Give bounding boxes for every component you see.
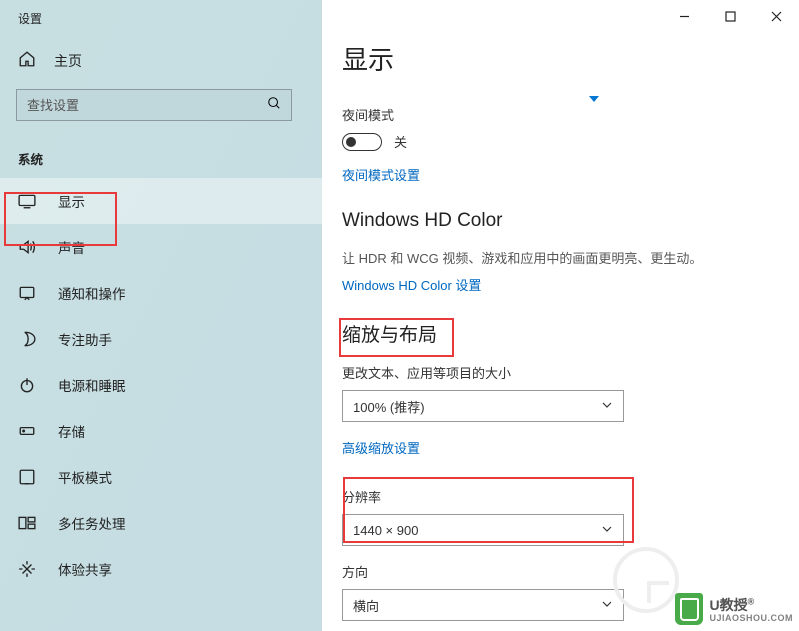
- chevron-down-icon: [601, 523, 613, 538]
- focus-icon: [18, 330, 36, 348]
- toggle-state: 关: [394, 132, 407, 151]
- notification-icon: [18, 284, 36, 302]
- window-title: 设置: [18, 10, 42, 27]
- resolution-value: 1440 × 900: [353, 523, 418, 538]
- night-mode-label: 夜间模式: [342, 105, 799, 124]
- scale-value: 100% (推荐): [353, 397, 425, 416]
- chevron-down-icon: [601, 598, 613, 613]
- nav-label: 存储: [58, 421, 85, 441]
- main-content: 显示 夜间模式 关 夜间模式设置 Windows HD Color 让 HDR …: [322, 0, 799, 631]
- night-mode-toggle[interactable]: [342, 133, 382, 151]
- search-icon: [267, 96, 281, 115]
- nav-label: 专注助手: [58, 329, 112, 349]
- nav-list: 显示 声音 通知和操作 专注助手 电源和睡眠 存储: [0, 178, 322, 592]
- nav-label: 声音: [58, 237, 85, 257]
- share-icon: [18, 560, 36, 578]
- storage-icon: [18, 422, 36, 440]
- nav-label: 多任务处理: [58, 513, 126, 533]
- nav-item-notifications[interactable]: 通知和操作: [0, 270, 322, 316]
- watermark-sub: UJIAOSHOU.COM: [709, 613, 793, 623]
- chevron-down-icon: [601, 399, 613, 414]
- page-title: 显示: [342, 40, 799, 77]
- home-label: 主页: [54, 51, 82, 71]
- hd-color-desc: 让 HDR 和 WCG 视频、游戏和应用中的画面更明亮、更生动。: [342, 248, 799, 267]
- hd-color-heading: Windows HD Color: [342, 210, 799, 232]
- nav-label: 电源和睡眠: [58, 375, 126, 395]
- shield-icon: [675, 593, 703, 625]
- titlebar: 设置: [0, 0, 322, 36]
- watermark-overlay-icon: [613, 547, 679, 613]
- watermark: U教授® UJIAOSHOU.COM: [675, 593, 793, 625]
- sidebar: 设置 主页 系统 显示 声音: [0, 0, 322, 631]
- multitask-icon: [18, 514, 36, 532]
- nav-label: 体验共享: [58, 559, 112, 579]
- orientation-value: 横向: [353, 596, 379, 615]
- nav-label: 显示: [58, 191, 85, 211]
- nav-item-multitask[interactable]: 多任务处理: [0, 500, 322, 546]
- resolution-dropdown[interactable]: 1440 × 900: [342, 514, 624, 546]
- dropdown-caret-icon: [589, 96, 599, 102]
- watermark-brand: U教授: [709, 597, 747, 613]
- sound-icon: [18, 238, 36, 256]
- scale-dropdown[interactable]: 100% (推荐): [342, 390, 624, 422]
- maximize-button[interactable]: [707, 0, 753, 32]
- hd-color-link[interactable]: Windows HD Color 设置: [342, 275, 481, 294]
- nav-item-focus[interactable]: 专注助手: [0, 316, 322, 362]
- search-wrap: [0, 89, 322, 139]
- night-mode-toggle-row: 关: [342, 132, 799, 151]
- nav-label: 平板模式: [58, 467, 112, 487]
- minimize-button[interactable]: [661, 0, 707, 32]
- resolution-label: 分辨率: [342, 487, 799, 506]
- search-input[interactable]: [27, 98, 267, 113]
- home-icon: [18, 50, 36, 71]
- night-mode-settings-link[interactable]: 夜间模式设置: [342, 165, 420, 184]
- sidebar-section-label: 系统: [0, 139, 322, 178]
- sidebar-home[interactable]: 主页: [0, 36, 322, 89]
- nav-item-power[interactable]: 电源和睡眠: [0, 362, 322, 408]
- nav-item-tablet[interactable]: 平板模式: [0, 454, 322, 500]
- tablet-icon: [18, 468, 36, 486]
- nav-item-share[interactable]: 体验共享: [0, 546, 322, 592]
- orientation-dropdown[interactable]: 横向: [342, 589, 624, 621]
- close-button[interactable]: [753, 0, 799, 32]
- scale-heading: 缩放与布局: [342, 320, 799, 347]
- nav-item-sound[interactable]: 声音: [0, 224, 322, 270]
- window-controls: [661, 0, 799, 32]
- scale-field-label: 更改文本、应用等项目的大小: [342, 363, 799, 382]
- nav-item-storage[interactable]: 存储: [0, 408, 322, 454]
- display-icon: [18, 192, 36, 210]
- orientation-label: 方向: [342, 562, 799, 581]
- nav-label: 通知和操作: [58, 283, 126, 303]
- nav-item-display[interactable]: 显示: [0, 178, 322, 224]
- power-icon: [18, 376, 36, 394]
- search-box[interactable]: [16, 89, 292, 121]
- advanced-scale-link[interactable]: 高级缩放设置: [342, 438, 420, 457]
